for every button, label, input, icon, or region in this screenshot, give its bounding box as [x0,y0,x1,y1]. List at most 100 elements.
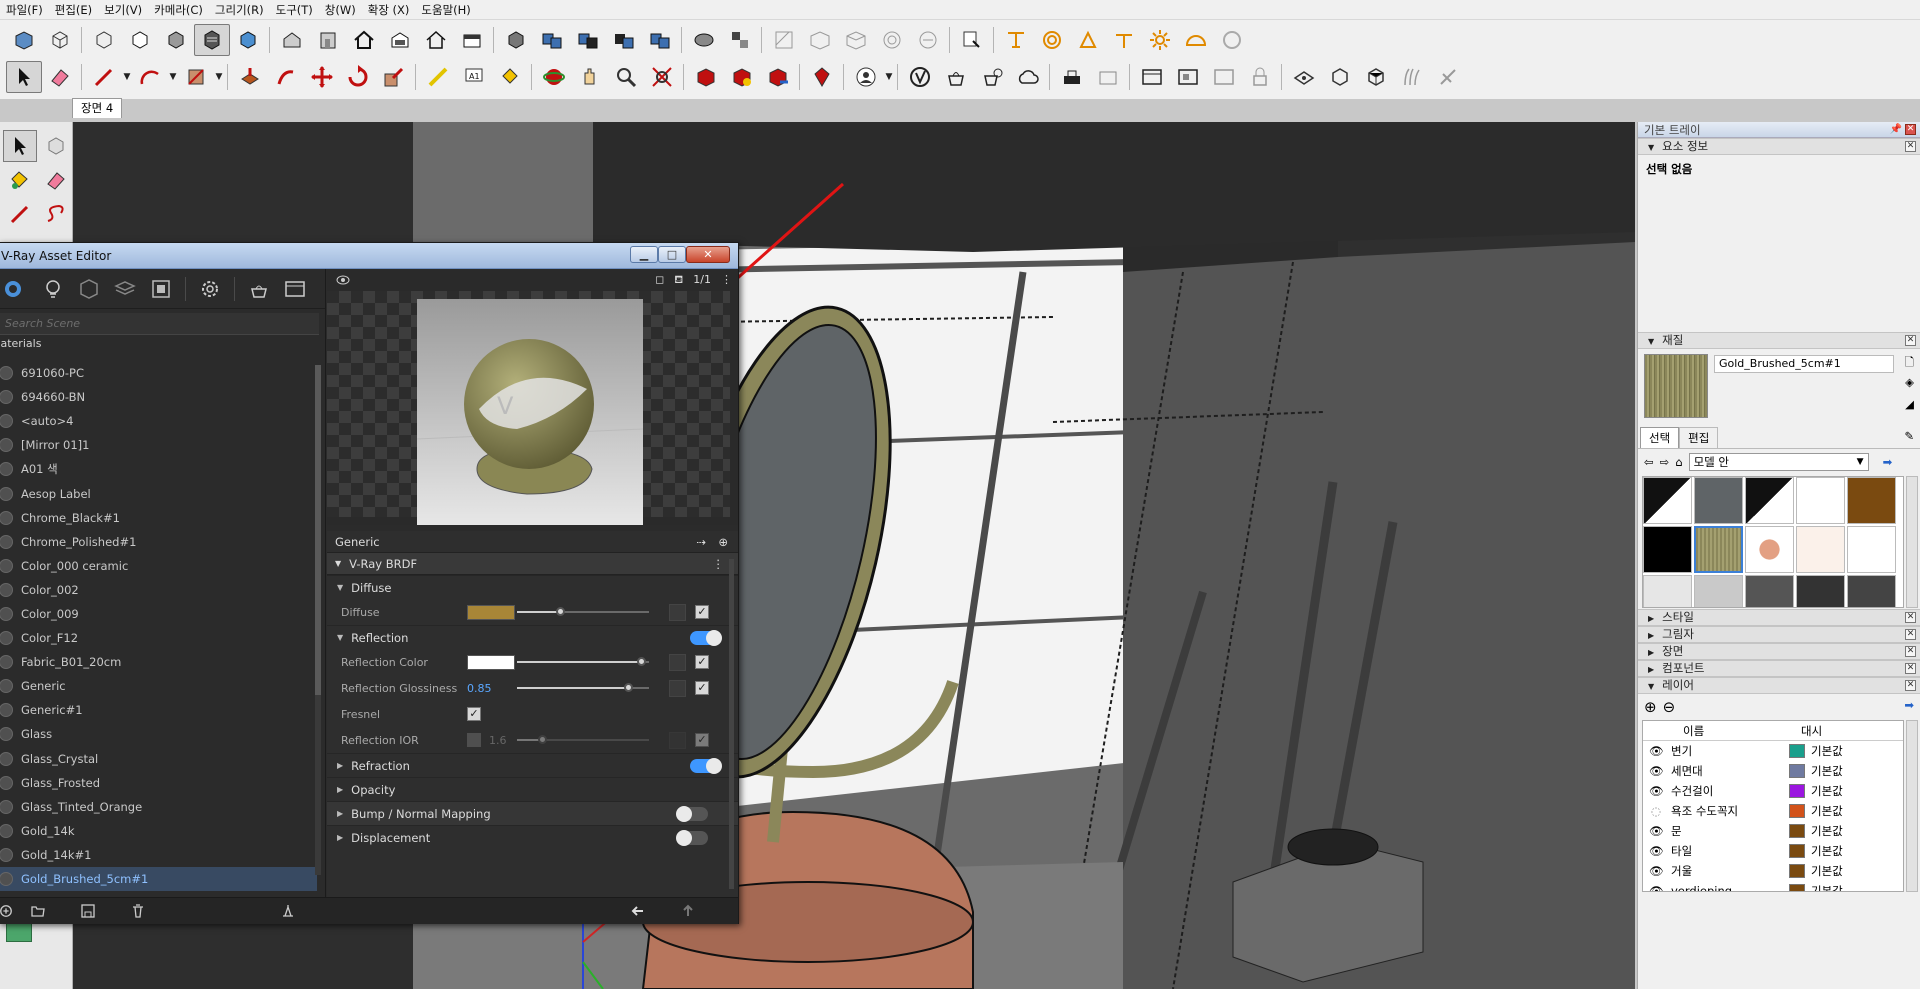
properties-scrollbar[interactable] [729,559,734,889]
scene-tab[interactable]: 장면 4 [72,98,123,118]
vray-batch-render-icon[interactable] [1134,61,1170,93]
list-item[interactable]: Gold_14k [0,819,317,843]
reflection-glossiness-value[interactable]: 0.85 [467,682,515,695]
bump-toggle[interactable] [676,805,708,822]
sandbox-smoove-icon[interactable] [874,24,910,56]
push-pull-tool-icon[interactable] [232,61,268,93]
list-item[interactable]: <auto>4 [0,409,317,433]
vray-logo-icon[interactable] [902,61,938,93]
eye-icon[interactable]: 👁 [1649,784,1664,798]
sandbox-stamp-icon[interactable] [910,24,946,56]
layer-dash[interactable]: 기본값 [1811,883,1843,891]
left-view-icon[interactable] [454,24,490,56]
opacity-section[interactable]: ▶ Opacity [327,777,738,801]
layer-dash[interactable]: 기본값 [1811,783,1843,799]
list-item[interactable]: [Mirror 01]1 [0,433,317,457]
sample-paint-icon[interactable]: ◈ [1905,375,1914,389]
arrow-up-icon[interactable] [663,903,713,919]
close-icon[interactable]: ✕ [686,246,730,263]
add-layer-icon[interactable]: ⊕ [718,535,728,549]
render-teapot-icon[interactable] [241,271,277,307]
section-display-icon[interactable] [642,24,678,56]
freehand-tool-icon[interactable] [39,198,73,230]
list-item[interactable]: Color_000 ceramic [0,554,317,578]
components-header[interactable]: ▶ 컴포넌트 ✕ [1638,660,1920,677]
eye-icon[interactable]: 👁 [1649,824,1664,838]
entity-info-header[interactable]: ▼ 요소 정보 ✕ [1638,138,1920,155]
diffuse-checkbox[interactable]: ✓ [695,605,709,619]
maximize-icon[interactable]: □ [658,246,686,263]
paint-bucket-icon[interactable] [492,61,528,93]
materials-scrollbar[interactable] [315,365,321,875]
reflection-glossiness-slider[interactable] [517,683,649,692]
list-item[interactable]: 691060-PC [0,361,317,385]
tab-edit[interactable]: 편집 [1679,427,1719,448]
col-name[interactable]: 이름 [1683,723,1801,739]
close-icon[interactable]: ✕ [1905,612,1916,623]
list-item[interactable]: Chrome_Polished#1 [0,530,317,554]
slider-knob[interactable] [538,735,548,744]
menu-view[interactable]: 보기(V) [98,2,148,18]
scrollbar-thumb[interactable] [315,365,321,695]
lights-category-icon[interactable] [35,271,71,307]
zoom-extents-icon[interactable] [722,24,758,56]
shadows-header[interactable]: ▶ 그림자 ✕ [1638,626,1920,643]
library-select[interactable]: 모델 안 ▼ [1688,453,1869,471]
vray-lights-gen-icon[interactable] [1090,61,1126,93]
pan-tool-icon[interactable] [572,61,608,93]
tab-select[interactable]: 선택 [1640,427,1680,448]
close-icon[interactable]: ✕ [1905,124,1916,135]
fresnel-checkbox[interactable]: ✓ [467,707,481,721]
material-cell[interactable] [1847,526,1896,573]
diffuse-color-swatch[interactable] [467,604,515,620]
paint-bucket-icon[interactable] [3,164,37,196]
glossiness-checkbox[interactable]: ✓ [695,681,709,695]
slider-knob[interactable] [637,657,647,666]
close-icon[interactable]: ✕ [1905,646,1916,657]
vray-frame-buffer-icon[interactable] [1054,61,1090,93]
list-item[interactable]: Glass [0,722,317,746]
material-cell[interactable] [1796,575,1845,607]
vray-proxy-icon[interactable] [1322,61,1358,93]
diffuse-texture-button[interactable] [669,603,686,621]
move-tool-icon[interactable] [304,61,340,93]
material-cell[interactable] [1643,526,1692,573]
rectangle-tool-icon[interactable] [178,61,214,93]
make-component-icon[interactable] [39,130,73,162]
layer-color-swatch[interactable] [1789,764,1805,778]
table-row[interactable]: 👁 verdieping 기본값 [1643,881,1903,891]
reflection-color-checkbox[interactable]: ✓ [695,655,709,669]
layer-color-swatch[interactable] [1789,804,1805,818]
wireframe-style-icon[interactable] [42,24,78,56]
refraction-section[interactable]: ▶ Refraction [327,753,738,777]
line-tool-icon[interactable] [3,198,37,230]
iso-camera-icon[interactable] [274,24,310,56]
details-arrow-icon[interactable]: ➡ [1904,698,1914,712]
table-row[interactable]: 👁 거울 기본값 [1643,861,1903,881]
reflection-section[interactable]: ▼ Reflection [327,625,738,649]
delete-icon[interactable] [113,903,163,919]
eyedropper-icon[interactable]: ✎ [1904,429,1914,443]
chevron-down-icon[interactable]: ▼ [122,72,132,82]
eye-hidden-icon[interactable]: ◌ [1649,804,1663,818]
vray-export-icon[interactable] [1170,61,1206,93]
layer-dash[interactable]: 기본값 [1811,843,1843,859]
material-cell[interactable] [1796,477,1845,524]
line-tool-icon[interactable] [86,61,122,93]
layer-color-swatch[interactable] [1789,824,1805,838]
layer-color-swatch[interactable] [1789,744,1805,758]
table-row[interactable]: 👁 문 기본값 [1643,821,1903,841]
close-icon[interactable]: ✕ [1905,629,1916,640]
scale-tool-icon[interactable] [376,61,412,93]
minimize-icon[interactable]: ▁ [630,246,658,263]
omni-light-icon[interactable] [998,24,1034,56]
materials-category-icon[interactable] [0,271,35,307]
material-grid-scrollbar[interactable] [1906,476,1918,608]
pin-icon[interactable]: 📌 [1890,122,1902,138]
add-asset-icon[interactable] [0,903,13,919]
diffuse-slider[interactable] [517,607,649,616]
list-item[interactable]: Color_002 [0,578,317,602]
vray-interactive-render-icon[interactable] [974,61,1010,93]
menu-draw[interactable]: 그리기(R) [209,2,270,18]
menu-file[interactable]: 파일(F) [0,2,49,18]
